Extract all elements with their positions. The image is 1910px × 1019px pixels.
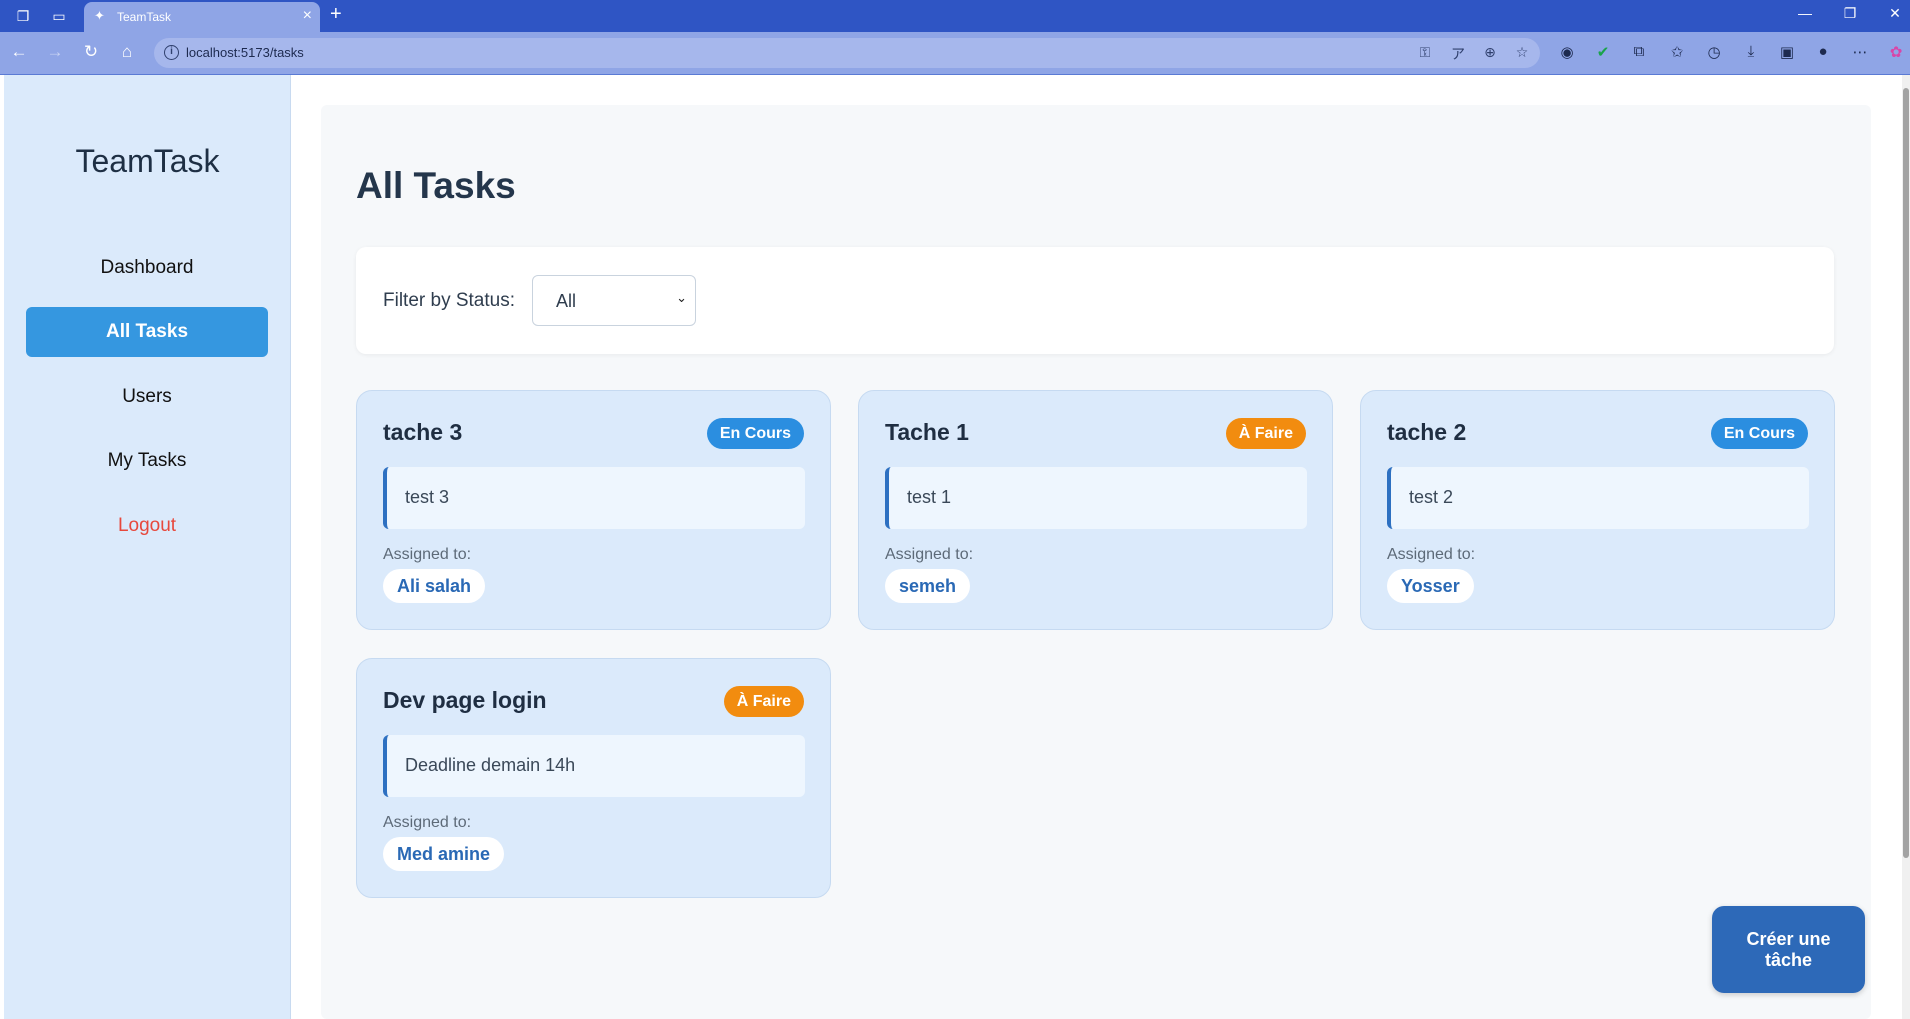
task-description: Deadline demain 14h — [405, 755, 576, 775]
page-title: All Tasks — [356, 165, 516, 206]
tab-title: TeamTask — [117, 10, 172, 24]
reload-icon[interactable]: ↻ — [80, 42, 102, 62]
scrollbar-thumb[interactable] — [1903, 88, 1909, 858]
task-description: test 2 — [1409, 487, 1454, 507]
favorite-star-icon[interactable]: ☆ — [1513, 44, 1531, 61]
assigned-label: Assigned to: — [383, 814, 472, 831]
more-menu-icon[interactable]: ⋯ — [1849, 43, 1871, 61]
status-badge: À Faire — [1225, 418, 1306, 449]
task-description-box: test 1 — [885, 467, 1307, 529]
assignee-pill: Ali salah — [383, 569, 486, 603]
status-badge: En Cours — [1710, 418, 1808, 449]
sidebar: TeamTask Dashboard All Tasks Users My Ta… — [4, 75, 291, 1019]
status-filter-select[interactable]: All ⌄ — [532, 275, 696, 326]
sidebar-item-my-tasks[interactable]: My Tasks — [26, 436, 268, 486]
tab-actions-icon[interactable]: ▭ — [49, 6, 69, 26]
browser-tab[interactable]: ✦ TeamTask × — [84, 2, 320, 32]
status-badge: À Faire — [723, 686, 804, 717]
task-title: tache 3 — [383, 419, 463, 445]
maximize-icon[interactable]: ❐ — [1840, 5, 1860, 22]
status-badge: En Cours — [706, 418, 804, 449]
home-icon[interactable]: ⌂ — [116, 42, 138, 62]
sidebar-item-logout[interactable]: Logout — [26, 501, 268, 551]
task-title: tache 2 — [1387, 419, 1467, 445]
forward-icon[interactable]: → — [44, 42, 66, 62]
sidebar-item-dashboard[interactable]: Dashboard — [26, 243, 268, 293]
task-description-box: Deadline demain 14h — [383, 735, 805, 797]
zoom-icon[interactable]: ⊕ — [1481, 44, 1499, 61]
browser-toolbar: ← → ↻ ⌂ i localhost:5173/tasks ⚿ ア ⊕ ☆ ◉… — [0, 32, 1910, 74]
assignee-pill: Yosser — [1387, 569, 1474, 603]
task-description: test 3 — [405, 487, 450, 507]
assignee-pill: Med amine — [383, 837, 505, 871]
site-favicon-icon: ✦ — [94, 8, 105, 23]
site-info-icon[interactable]: i — [164, 45, 179, 60]
copilot-icon[interactable]: ✿ — [1885, 43, 1907, 61]
chevron-down-icon: ⌄ — [676, 290, 687, 305]
screenshot-icon[interactable]: ▣ — [1776, 43, 1798, 61]
shield-check-icon[interactable]: ✔ — [1592, 43, 1614, 61]
task-description-box: test 2 — [1387, 467, 1809, 529]
extension-icon[interactable]: ◉ — [1556, 43, 1578, 61]
back-icon[interactable]: ← — [8, 42, 30, 62]
status-filter-value: All — [556, 291, 577, 311]
task-card[interactable]: Tache 1 À Faire test 1 Assigned to: seme… — [858, 390, 1333, 630]
minimize-icon[interactable]: — — [1795, 5, 1815, 21]
new-tab-icon[interactable]: + — [330, 3, 342, 26]
task-card[interactable]: tache 3 En Cours test 3 Assigned to: Ali… — [356, 390, 831, 630]
sidebar-item-all-tasks[interactable]: All Tasks — [26, 307, 268, 357]
address-bar[interactable]: i localhost:5173/tasks ⚿ ア ⊕ ☆ — [154, 38, 1540, 68]
url-text[interactable]: localhost:5173/tasks — [186, 45, 304, 60]
favorites-icon[interactable]: ✩ — [1666, 43, 1688, 61]
workspaces-icon[interactable]: ❐ — [13, 6, 33, 26]
window-close-icon[interactable]: ✕ — [1885, 5, 1905, 22]
history-icon[interactable]: ◷ — [1703, 43, 1725, 61]
app-brand: TeamTask — [75, 143, 220, 179]
task-title: Dev page login — [383, 687, 547, 713]
task-description: test 1 — [907, 487, 952, 507]
assigned-label: Assigned to: — [885, 546, 974, 563]
create-task-button[interactable]: Créer une tâche — [1712, 906, 1865, 993]
task-card[interactable]: tache 2 En Cours test 2 Assigned to: Yos… — [1360, 390, 1835, 630]
assignee-pill: semeh — [885, 569, 971, 603]
sidebar-item-users[interactable]: Users — [26, 372, 268, 422]
assigned-label: Assigned to: — [383, 546, 472, 563]
translate-icon[interactable]: ア — [1449, 44, 1467, 64]
filter-card: Filter by Status: All ⌄ — [356, 247, 1834, 354]
task-description-box: test 3 — [383, 467, 805, 529]
downloads-icon[interactable]: ⤓ — [1740, 43, 1762, 60]
extensions-puzzle-icon[interactable]: ⧉ — [1628, 43, 1650, 60]
filter-label: Filter by Status: — [383, 290, 515, 311]
browser-tab-bar: ❐ ▭ ✦ TeamTask × + — ❐ ✕ — [0, 0, 1910, 32]
profile-icon[interactable]: ● — [1812, 43, 1834, 60]
tab-close-icon[interactable]: × — [303, 7, 312, 25]
task-title: Tache 1 — [885, 419, 969, 445]
assigned-label: Assigned to: — [1387, 546, 1476, 563]
task-card[interactable]: Dev page login À Faire Deadline demain 1… — [356, 658, 831, 898]
key-icon[interactable]: ⚿ — [1416, 44, 1434, 61]
